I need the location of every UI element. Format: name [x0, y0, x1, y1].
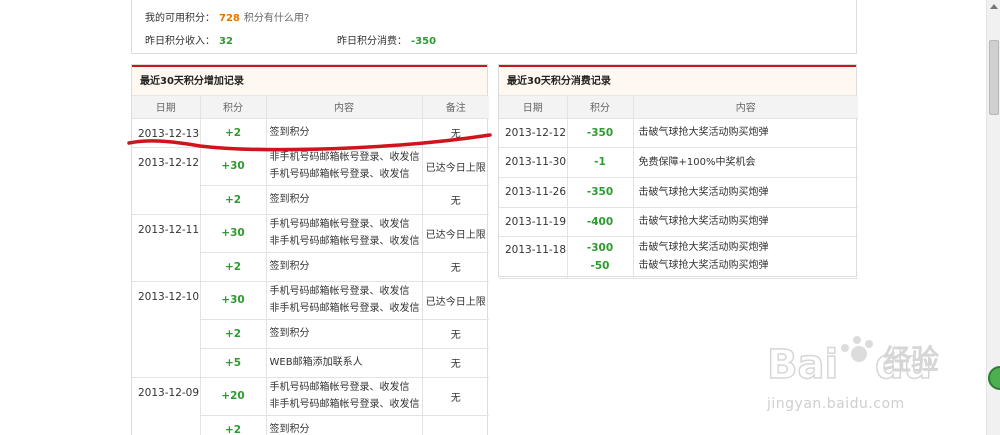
baidu-logo-icon: Bai du	[766, 336, 933, 389]
col-date-header: 日期	[499, 96, 568, 119]
increase-header-row: 日期 积分 内容 备注	[132, 96, 489, 119]
row-points: -1	[567, 147, 634, 178]
table-row: 2013-12-13 +2 签到积分 无	[132, 118, 489, 148]
row-note: 已达今日上限	[422, 147, 489, 186]
row-content: 击破气球抢大奖活动购买炮弹	[633, 177, 858, 208]
row-date: 2013-11-30	[499, 147, 568, 178]
row-note: 无	[422, 118, 489, 148]
row-note: 无	[422, 319, 489, 349]
row-content: 免费保障+100%中奖机会	[633, 147, 858, 178]
points-help-link[interactable]: 积分有什么用?	[244, 13, 309, 24]
spend-records-panel: 最近30天积分消费记录 日期 积分 内容 2013-12-12 -350 击破气…	[498, 64, 858, 279]
row-date: 2013-11-18	[499, 236, 568, 279]
row-content: 击破气球抢大奖活动购买炮弹	[633, 118, 858, 148]
row-points: +2	[200, 252, 267, 282]
row-date: 2013-11-19	[499, 207, 568, 237]
row-content: 签到积分	[266, 319, 423, 349]
row-date: 2013-11-26	[499, 177, 568, 208]
row-date: 2013-12-10	[132, 281, 201, 378]
increase-records-table: 日期 积分 内容 备注 2013-12-13 +2 签到积分 无 2013-12…	[132, 96, 489, 435]
row-points: +30	[200, 214, 267, 253]
table-row: 2013-12-11 +30 手机号码邮箱帐号登录、收发信 非手机号码邮箱帐号登录…	[132, 214, 489, 282]
row-date: 2013-12-13	[132, 118, 201, 148]
baidu-jingyan-watermark: Bai du 经验 jingyan.baidu.com	[765, 318, 965, 418]
row-date: 2013-12-09	[132, 377, 201, 435]
available-points-value: 728	[219, 13, 240, 24]
col-content-header: 内容	[266, 96, 423, 119]
row-content: 非手机号码邮箱帐号登录、收发信 手机号码邮箱帐号登录、收发信	[266, 147, 423, 186]
table-row: 2013-12-12 -350 击破气球抢大奖活动购买炮弹	[499, 118, 858, 148]
spend-records-title: 最近30天积分消费记录	[499, 65, 856, 96]
col-points-header: 积分	[567, 96, 634, 119]
col-date-header: 日期	[132, 96, 201, 119]
points-summary: 我的可用积分： 728 积分有什么用? 昨日积分收入： 32 昨日积分消费： -350	[131, 0, 857, 54]
row-content: 手机号码邮箱帐号登录、收发信 非手机号码邮箱帐号登录、收发信	[266, 214, 423, 253]
row-content: 签到积分	[266, 185, 423, 215]
row-note	[422, 415, 489, 435]
row-date: 2013-12-12	[499, 118, 568, 148]
row-points: +5	[200, 348, 267, 378]
row-note: 无	[422, 348, 489, 378]
watermark-url: jingyan.baidu.com	[767, 396, 905, 412]
svg-text:Bai: Bai	[767, 342, 838, 388]
row-note: 无	[422, 377, 489, 416]
row-note: 已达今日上限	[422, 214, 489, 253]
row-content: WEB邮箱添加联系人	[266, 348, 423, 378]
available-points-label: 我的可用积分：	[145, 13, 215, 24]
row-points: -350	[567, 177, 634, 208]
table-row: 2013-12-09 +20 手机号码邮箱帐号登录、收发信 非手机号码邮箱帐号登录…	[132, 377, 489, 435]
increase-records-panel: 最近30天积分增加记录 日期 积分 内容 备注 2013-12-13 +2 签到…	[131, 64, 489, 435]
row-points: +2	[200, 415, 267, 435]
row-points: +2	[200, 185, 267, 215]
row-points: -350	[567, 118, 634, 148]
row-content: 击破气球抢大奖活动购买炮弹 击破气球抢大奖活动购买炮弹	[633, 236, 858, 279]
yesterday-line: 昨日积分收入： 32 昨日积分消费： -350	[145, 32, 545, 47]
row-content: 击破气球抢大奖活动购买炮弹	[633, 207, 858, 237]
yesterday-spend-label: 昨日积分消费：	[337, 36, 407, 47]
row-content: 签到积分	[266, 118, 423, 148]
table-row: 2013-11-30 -1 免费保障+100%中奖机会	[499, 147, 858, 178]
col-points-header: 积分	[200, 96, 267, 119]
row-points: +20	[200, 377, 267, 416]
svg-text:du: du	[875, 342, 932, 388]
row-date: 2013-12-11	[132, 214, 201, 282]
row-points: +2	[200, 319, 267, 349]
scroll-thumb[interactable]	[989, 40, 999, 115]
table-row: 2013-12-12 +30 非手机号码邮箱帐号登录、收发信 手机号码邮箱帐号登录…	[132, 147, 489, 215]
col-content-header: 内容	[633, 96, 858, 119]
scroll-up-arrow-icon[interactable]	[990, 4, 998, 9]
increase-records-title: 最近30天积分增加记录	[132, 65, 487, 96]
row-content: 手机号码邮箱帐号登录、收发信 非手机号码邮箱帐号登录、收发信	[266, 377, 423, 416]
spend-header-row: 日期 积分 内容	[499, 96, 858, 119]
spend-records-table: 日期 积分 内容 2013-12-12 -350 击破气球抢大奖活动购买炮弹 2…	[499, 96, 858, 279]
row-points: +30	[200, 281, 267, 320]
col-note-header: 备注	[422, 96, 489, 119]
row-content: 签到积分	[266, 252, 423, 282]
row-points: -400	[567, 207, 634, 237]
row-note: 无	[422, 185, 489, 215]
table-row: 2013-11-26 -350 击破气球抢大奖活动购买炮弹	[499, 177, 858, 208]
row-points: +2	[200, 118, 267, 148]
row-date: 2013-12-12	[132, 147, 201, 215]
row-content: 签到积分	[266, 415, 423, 435]
yesterday-spend-value: -350	[411, 36, 437, 47]
table-row: 2013-12-10 +30 手机号码邮箱帐号登录、收发信 非手机号码邮箱帐号登录…	[132, 281, 489, 378]
row-content: 手机号码邮箱帐号登录、收发信 非手机号码邮箱帐号登录、收发信	[266, 281, 423, 320]
row-points: +30	[200, 147, 267, 186]
watermark-brand: 经验	[883, 343, 940, 376]
row-note: 已达今日上限	[422, 281, 489, 320]
row-note: 无	[422, 252, 489, 282]
table-row: 2013-11-19 -400 击破气球抢大奖活动购买炮弹	[499, 207, 858, 237]
table-row: 2013-11-18 -300 -50 击破气球抢大奖活动购买炮弹 击破气球抢大奖活…	[499, 236, 858, 279]
yesterday-spend: 昨日积分消费： -350	[337, 32, 436, 47]
yesterday-income-label: 昨日积分收入：	[145, 36, 215, 47]
yesterday-income-value: 32	[219, 36, 233, 47]
row-points: -300 -50	[567, 236, 634, 279]
available-points-line: 我的可用积分： 728 积分有什么用?	[145, 9, 309, 24]
